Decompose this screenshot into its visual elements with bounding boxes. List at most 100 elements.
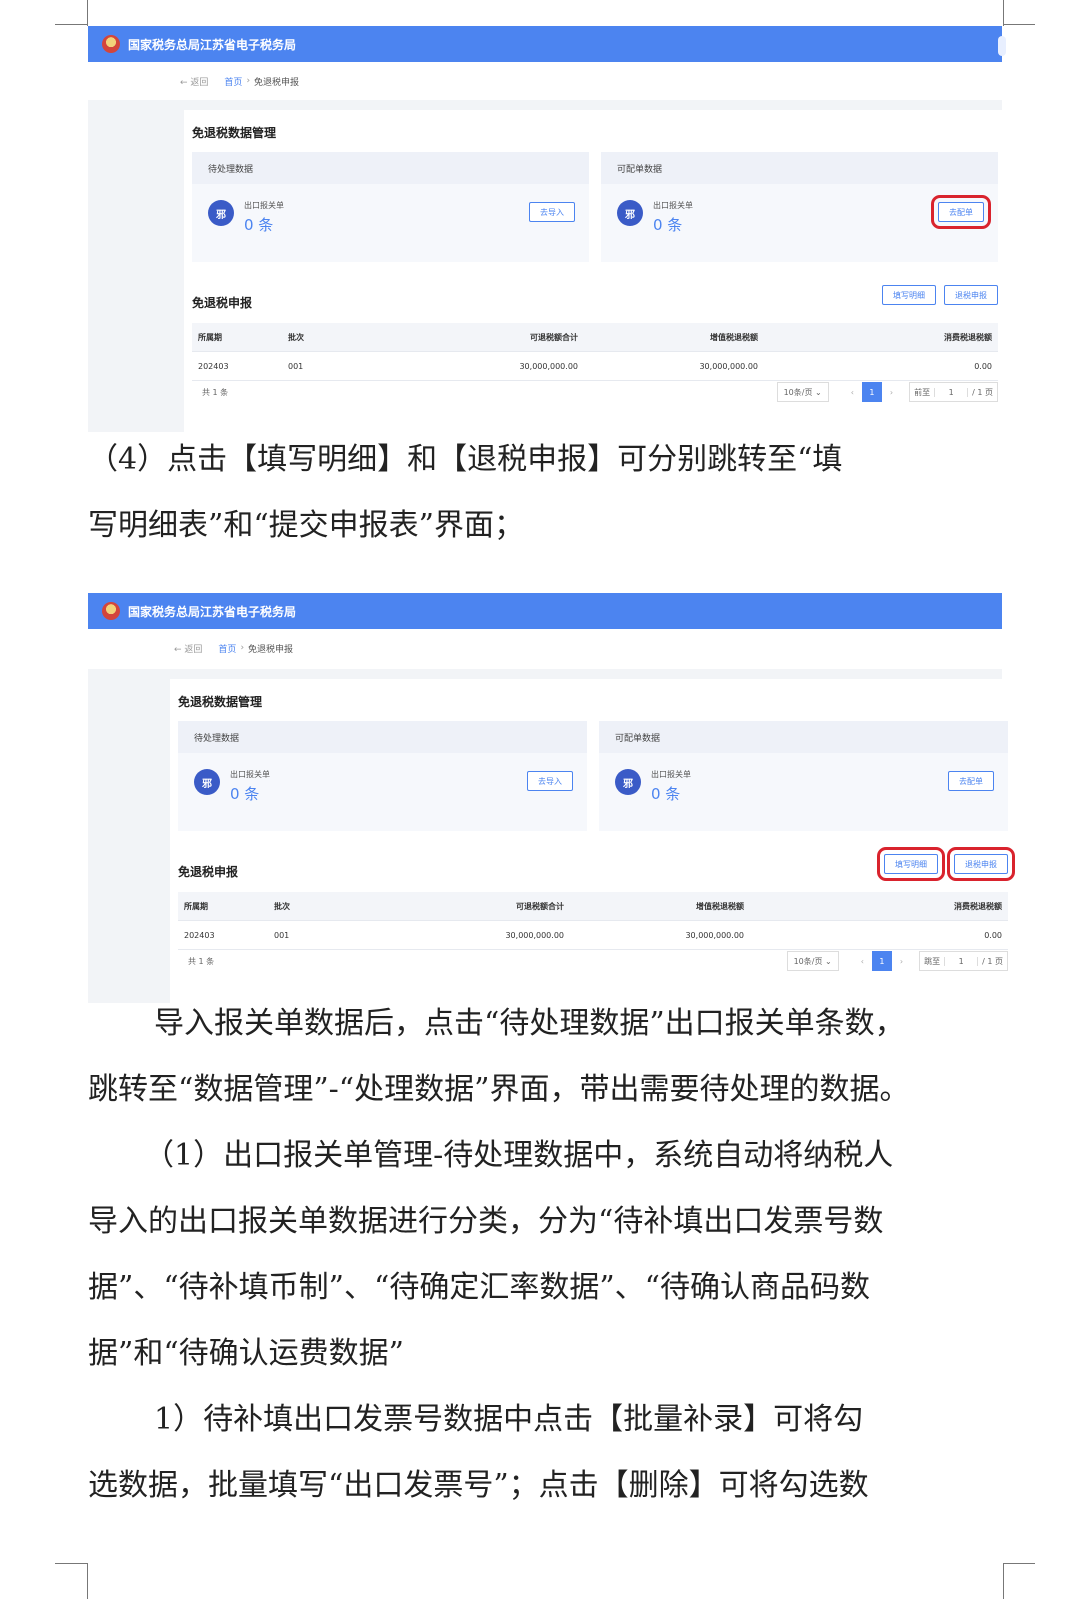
card-title: 可配单数据 xyxy=(599,721,1008,753)
card-label: 出口报关单 xyxy=(653,201,693,210)
table-row[interactable]: 202403 001 30,000,000.00 30,000,000.00 0… xyxy=(178,921,1008,950)
go-match-button[interactable]: 去配单 xyxy=(948,771,994,791)
column-header: 可退税额合计 xyxy=(516,901,564,911)
body-paragraph-line: 导入的出口报关单数据进行分类，分为“待补填出口发票号数 xyxy=(88,1204,884,1239)
column-header: 增值税退税额 xyxy=(696,901,744,911)
crop-mark-bottom-right xyxy=(1003,1563,1035,1564)
data-management-panel: 免退税数据管理 待处理数据 邪 出口报关单 0 条 去导入 可配单数据 邪 出口… xyxy=(170,679,1022,1003)
side-tab[interactable] xyxy=(998,36,1006,56)
card-label: 出口报关单 xyxy=(230,770,270,779)
page-jump: 跳至 1 / 1 页 xyxy=(919,951,1008,971)
card-title: 待处理数据 xyxy=(178,721,587,753)
column-header: 增值税退税额 xyxy=(710,332,758,342)
card-count[interactable]: 0 条 xyxy=(653,214,682,235)
page-number[interactable]: 1 xyxy=(871,951,892,971)
breadcrumb-home[interactable]: 首页 xyxy=(218,642,236,655)
table-header: 所属期 批次 可退税额合计 增值税退税额 消费税退税额 xyxy=(192,323,998,352)
matchable-data-card: 可配单数据 邪 出口报关单 0 条 去配单 xyxy=(601,152,998,262)
card-title: 待处理数据 xyxy=(192,152,589,184)
total-pages: / 1 页 xyxy=(972,387,993,397)
customs-doc-icon: 邪 xyxy=(615,769,641,795)
body-paragraph-line: 选数据，批量填写“出口发票号”；点击【删除】可将勾选数 xyxy=(88,1468,869,1503)
customs-doc-icon: 邪 xyxy=(194,769,220,795)
crop-mark-top-left xyxy=(55,24,87,25)
customs-doc-icon: 邪 xyxy=(208,200,234,226)
crop-mark-bottom-left xyxy=(55,1563,87,1564)
card-count[interactable]: 0 条 xyxy=(230,783,259,804)
go-import-button[interactable]: 去导入 xyxy=(527,771,573,791)
crop-mark-top-left xyxy=(87,0,88,26)
page-size-select[interactable]: 10条/页 ⌄ xyxy=(786,951,839,971)
declare-actions: 填写明细 退税申报 xyxy=(877,847,1015,881)
customs-doc-icon: 邪 xyxy=(617,200,643,226)
table-cell: 30,000,000.00 xyxy=(699,361,758,371)
back-link[interactable]: ← 返回 xyxy=(180,75,208,88)
table-cell: 0.00 xyxy=(974,361,992,371)
next-page-icon[interactable]: › xyxy=(890,388,893,397)
content-area: 免退税数据管理 待处理数据 邪 出口报关单 0 条 去导入 可配单数据 邪 出口… xyxy=(88,100,1012,432)
column-header: 可退税额合计 xyxy=(530,332,578,342)
card-count[interactable]: 0 条 xyxy=(651,783,680,804)
go-match-button[interactable]: 去配单 xyxy=(931,195,991,229)
breadcrumb-separator: › xyxy=(240,643,245,653)
pending-data-card: 待处理数据 邪 出口报关单 0 条 去导入 xyxy=(192,152,589,262)
table-cell: 001 xyxy=(274,930,290,940)
body-paragraph-line: 1）待补填出口发票号数据中点击【批量补录】可将勾 xyxy=(154,1402,864,1437)
column-header: 消费税退税额 xyxy=(954,901,1002,911)
column-header: 消费税退税额 xyxy=(944,332,992,342)
back-link[interactable]: ← 返回 xyxy=(174,642,202,655)
jump-label: 跳至 xyxy=(924,956,941,966)
table-row[interactable]: 202403 001 30,000,000.00 30,000,000.00 0… xyxy=(192,352,998,381)
crop-mark-bottom-right xyxy=(1003,1563,1004,1599)
table-cell: 001 xyxy=(288,361,304,371)
body-paragraph-line: 据”和“待确认运费数据” xyxy=(88,1336,405,1371)
table-cell: 30,000,000.00 xyxy=(685,930,744,940)
page-number[interactable]: 1 xyxy=(861,382,882,402)
site-header: 国家税务总局江苏省电子税务局 xyxy=(88,593,1002,629)
pending-data-card: 待处理数据 邪 出口报关单 0 条 去导入 xyxy=(178,721,587,831)
body-paragraph-line: 写明细表”和“提交申报表”界面； xyxy=(88,508,525,543)
prev-page-icon[interactable]: ‹ xyxy=(851,388,854,397)
breadcrumb-current: 免退税申报 xyxy=(248,644,294,655)
embedded-screenshot-1: 国家税务总局江苏省电子税务局 ← 返回 首页 › 免退税申报 免退税数据管理 待… xyxy=(88,26,1012,432)
body-paragraph-line: 据”、“待补填币制”、“待确定汇率数据”、“待确认商品码数 xyxy=(88,1270,871,1305)
site-header: 国家税务总局江苏省电子税务局 xyxy=(88,26,1002,62)
body-paragraph-line: （1）出口报关单管理-待处理数据中，系统自动将纳税人 xyxy=(144,1138,894,1173)
crop-mark-top-right xyxy=(1003,0,1004,26)
fill-detail-button[interactable]: 填写明细 xyxy=(877,847,945,881)
refund-declare-button[interactable]: 退税申报 xyxy=(947,847,1015,881)
jump-input[interactable]: 1 xyxy=(944,956,979,966)
refund-declare-button[interactable]: 退税申报 xyxy=(944,285,998,305)
declare-actions: 填写明细 退税申报 xyxy=(882,285,998,305)
total-count: 共 1 条 xyxy=(202,387,229,397)
body-paragraph-line: 跳转至“数据管理”-“处理数据”界面，带出需要待处理的数据。 xyxy=(88,1072,910,1107)
declare-table: 所属期 批次 可退税额合计 增值税退税额 消费税退税额 202403 001 3… xyxy=(178,892,1008,950)
page-size-select[interactable]: 10条/页 ⌄ xyxy=(776,382,829,402)
column-header: 批次 xyxy=(288,332,304,342)
pagination: 共 1 条 10条/页 ⌄ ‹ 1 › 跳至 1 / 1 页 xyxy=(178,949,1008,973)
declare-table: 所属期 批次 可退税额合计 增值税退税额 消费税退税额 202403 001 3… xyxy=(192,323,998,381)
breadcrumb-home[interactable]: 首页 xyxy=(224,75,242,88)
body-paragraph-line: 导入报关单数据后，点击“待处理数据”出口报关单条数， xyxy=(154,1006,905,1041)
table-cell: 202403 xyxy=(198,361,229,371)
card-count[interactable]: 0 条 xyxy=(244,214,273,235)
card-title: 可配单数据 xyxy=(601,152,998,184)
breadcrumb: ← 返回 首页 › 免退税申报 xyxy=(88,62,1002,100)
content-area: 免退税数据管理 待处理数据 邪 出口报关单 0 条 去导入 可配单数据 邪 出口… xyxy=(88,669,1022,1003)
breadcrumb-current: 免退税申报 xyxy=(254,77,300,88)
jump-input[interactable]: 1 xyxy=(934,387,969,397)
go-import-button[interactable]: 去导入 xyxy=(529,202,575,222)
table-cell: 30,000,000.00 xyxy=(505,930,564,940)
column-header: 批次 xyxy=(274,901,290,911)
page-jump: 前至 1 / 1 页 xyxy=(909,382,998,402)
fill-detail-button[interactable]: 填写明细 xyxy=(882,285,936,305)
total-count: 共 1 条 xyxy=(188,956,215,966)
table-cell: 202403 xyxy=(184,930,215,940)
matchable-data-card: 可配单数据 邪 出口报关单 0 条 去配单 xyxy=(599,721,1008,831)
breadcrumb: ← 返回 首页 › 免退税申报 xyxy=(88,629,1002,667)
next-page-icon[interactable]: › xyxy=(900,957,903,966)
prev-page-icon[interactable]: ‹ xyxy=(861,957,864,966)
column-header: 所属期 xyxy=(198,332,222,342)
crop-mark-top-right xyxy=(1003,24,1035,25)
panel-title: 免退税数据管理 xyxy=(178,695,263,709)
